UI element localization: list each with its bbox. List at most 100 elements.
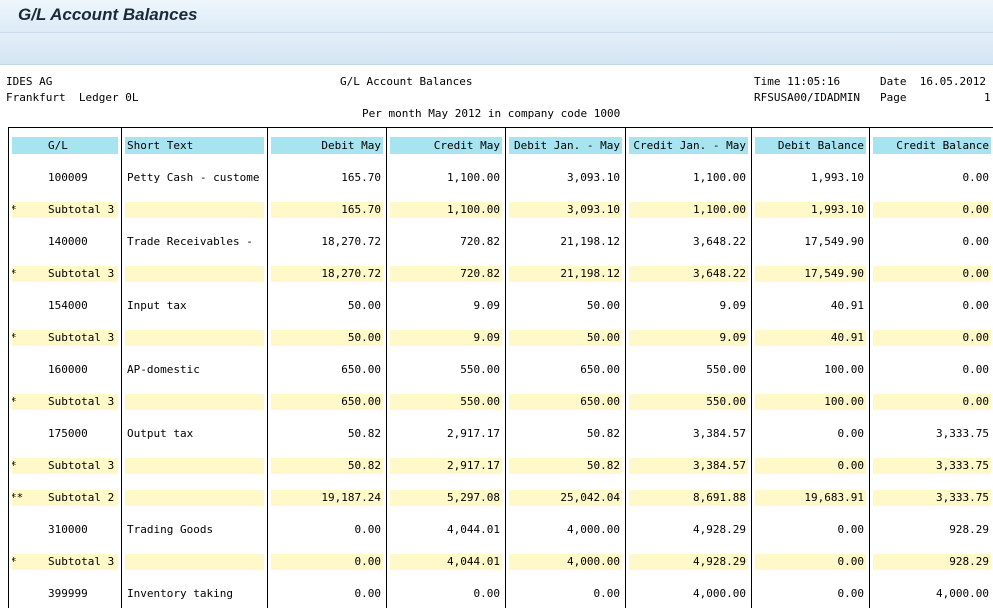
- cell-credit-may[interactable]: 550.00: [387, 384, 506, 416]
- cell-debit-jan-may[interactable]: 0.00: [506, 576, 626, 608]
- cell-credit-jan-may[interactable]: 3,384.57: [626, 416, 752, 448]
- cell-credit-jan-may[interactable]: 4,928.29: [626, 512, 752, 544]
- cell-gl[interactable]: ** Subtotal 2 00001: [9, 480, 122, 512]
- cell-debit-balance[interactable]: 100.00: [752, 352, 870, 384]
- cell-debit-may[interactable]: 50.00: [268, 320, 387, 352]
- cell-debit-balance[interactable]: 19,683.91: [752, 480, 870, 512]
- cell-debit-may[interactable]: 50.82: [268, 448, 387, 480]
- cell-credit-jan-may[interactable]: 9.09: [626, 288, 752, 320]
- column-header-debit-may[interactable]: Debit May: [268, 128, 387, 160]
- cell-credit-may[interactable]: 550.00: [387, 352, 506, 384]
- cell-debit-balance[interactable]: 0.00: [752, 512, 870, 544]
- cell-debit-balance[interactable]: 1,993.10: [752, 192, 870, 224]
- cell-short-text[interactable]: Output tax: [122, 416, 268, 448]
- cell-gl[interactable]: 160000: [9, 352, 122, 384]
- cell-debit-balance[interactable]: 0.00: [752, 544, 870, 576]
- cell-credit-may[interactable]: 4,044.01: [387, 544, 506, 576]
- subtotal-row[interactable]: *Subtotal 3 000017550.822,917.1750.823,3…: [8, 448, 993, 480]
- cell-credit-balance[interactable]: 928.29: [870, 512, 993, 544]
- cell-debit-may[interactable]: 0.00: [268, 512, 387, 544]
- cell-debit-balance[interactable]: 17,549.90: [752, 256, 870, 288]
- cell-debit-jan-may[interactable]: 3,093.10: [506, 160, 626, 192]
- cell-debit-may[interactable]: 50.82: [268, 416, 387, 448]
- cell-debit-jan-may[interactable]: 50.82: [506, 448, 626, 480]
- cell-credit-may[interactable]: 720.82: [387, 224, 506, 256]
- cell-debit-jan-may[interactable]: 21,198.12: [506, 256, 626, 288]
- cell-debit-may[interactable]: 0.00: [268, 576, 387, 608]
- cell-credit-balance[interactable]: 928.29: [870, 544, 993, 576]
- cell-debit-balance[interactable]: 40.91: [752, 320, 870, 352]
- cell-gl[interactable]: * Subtotal 3 0000100: [9, 192, 122, 224]
- cell-debit-may[interactable]: 165.70: [268, 192, 387, 224]
- cell-gl[interactable]: 140000: [9, 224, 122, 256]
- cell-credit-may[interactable]: 720.82: [387, 256, 506, 288]
- cell-short-text[interactable]: [122, 320, 268, 352]
- cell-debit-balance[interactable]: 0.00: [752, 416, 870, 448]
- column-header-debit-balance[interactable]: Debit Balance: [752, 128, 870, 160]
- subtotal-row[interactable]: * Subtotal 3 0000140 18,270.72720.8221,198…: [8, 256, 993, 288]
- cell-debit-jan-may[interactable]: 4,000.00: [506, 544, 626, 576]
- cell-debit-balance[interactable]: 100.00: [752, 384, 870, 416]
- column-header-gl[interactable]: G/L: [9, 128, 122, 160]
- cell-gl[interactable]: 310000: [9, 512, 122, 544]
- cell-short-text[interactable]: [122, 192, 268, 224]
- cell-debit-may[interactable]: 19,187.24: [268, 480, 387, 512]
- cell-credit-may[interactable]: 9.09: [387, 288, 506, 320]
- column-header-credit-jan-may[interactable]: Credit Jan. - May: [626, 128, 752, 160]
- cell-short-text[interactable]: [122, 384, 268, 416]
- cell-debit-may[interactable]: 50.00: [268, 288, 387, 320]
- subtotal-row[interactable]: ** Subtotal 2 00001 19,187.245,297.0825,04…: [8, 480, 993, 512]
- cell-credit-jan-may[interactable]: 3,648.22: [626, 224, 752, 256]
- cell-gl[interactable]: 175000: [9, 416, 122, 448]
- cell-debit-jan-may[interactable]: 4,000.00: [506, 512, 626, 544]
- cell-credit-may[interactable]: 2,917.17: [387, 416, 506, 448]
- cell-debit-may[interactable]: 18,270.72: [268, 256, 387, 288]
- cell-credit-jan-may[interactable]: 9.09: [626, 320, 752, 352]
- table-row[interactable]: 100009 Petty Cash - custome 165.70 1,100.00…: [8, 160, 993, 192]
- cell-credit-may[interactable]: 2,917.17: [387, 448, 506, 480]
- table-row[interactable]: 175000 Output tax 50.82 2,917.17 50.82 3,384.…: [8, 416, 993, 448]
- cell-credit-balance[interactable]: 0.00: [870, 384, 993, 416]
- cell-debit-jan-may[interactable]: 50.00: [506, 288, 626, 320]
- cell-credit-jan-may[interactable]: 3,384.57: [626, 448, 752, 480]
- cell-short-text[interactable]: Trade Receivables -: [122, 224, 268, 256]
- cell-credit-jan-may[interactable]: 3,648.22: [626, 256, 752, 288]
- cell-gl[interactable]: 100009: [9, 160, 122, 192]
- cell-debit-jan-may[interactable]: 3,093.10: [506, 192, 626, 224]
- cell-credit-may[interactable]: 4,044.01: [387, 512, 506, 544]
- table-row[interactable]: 310000 Trading Goods 0.00 4,044.01 4,000.00 4…: [8, 512, 993, 544]
- cell-debit-jan-may[interactable]: 650.00: [506, 384, 626, 416]
- cell-credit-may[interactable]: 1,100.00: [387, 192, 506, 224]
- cell-credit-balance[interactable]: 3,333.75: [870, 448, 993, 480]
- cell-debit-may[interactable]: 650.00: [268, 384, 387, 416]
- cell-credit-balance[interactable]: 0.00: [870, 160, 993, 192]
- cell-debit-balance[interactable]: 0.00: [752, 576, 870, 608]
- column-header-short-text[interactable]: Short Text: [122, 128, 268, 160]
- cell-debit-balance[interactable]: 17,549.90: [752, 224, 870, 256]
- cell-debit-may[interactable]: 18,270.72: [268, 224, 387, 256]
- cell-gl[interactable]: 154000: [9, 288, 122, 320]
- cell-credit-balance[interactable]: 4,000.00: [870, 576, 993, 608]
- cell-short-text[interactable]: [122, 544, 268, 576]
- cell-credit-balance[interactable]: 3,333.75: [870, 416, 993, 448]
- cell-credit-jan-may[interactable]: 4,000.00: [626, 576, 752, 608]
- subtotal-row[interactable]: *Subtotal 3 0000100165.701,100.003,093.1…: [8, 192, 993, 224]
- cell-credit-balance[interactable]: 0.00: [870, 320, 993, 352]
- column-header-credit-may[interactable]: Credit May: [387, 128, 506, 160]
- cell-short-text[interactable]: [122, 448, 268, 480]
- column-header-debit-jan-may[interactable]: Debit Jan. - May: [506, 128, 626, 160]
- cell-gl[interactable]: 399999: [9, 576, 122, 608]
- table-row[interactable]: 399999 Inventory taking 0.00 0.00 0.00 4,000.…: [8, 576, 993, 608]
- cell-gl[interactable]: * Subtotal 3 0000160: [9, 384, 122, 416]
- table-row[interactable]: 160000 AP-domestic 650.00 550.00 650.00 550.0…: [8, 352, 993, 384]
- cell-debit-may[interactable]: 650.00: [268, 352, 387, 384]
- cell-credit-jan-may[interactable]: 1,100.00: [626, 192, 752, 224]
- cell-debit-may[interactable]: 165.70: [268, 160, 387, 192]
- cell-credit-balance[interactable]: 0.00: [870, 192, 993, 224]
- cell-debit-balance[interactable]: 0.00: [752, 448, 870, 480]
- cell-credit-jan-may[interactable]: 1,100.00: [626, 160, 752, 192]
- cell-credit-may[interactable]: 0.00: [387, 576, 506, 608]
- subtotal-row[interactable]: *Subtotal 3 000015450.009.0950.009.0940.…: [8, 320, 993, 352]
- cell-short-text[interactable]: [122, 480, 268, 512]
- cell-short-text[interactable]: Petty Cash - custome: [122, 160, 268, 192]
